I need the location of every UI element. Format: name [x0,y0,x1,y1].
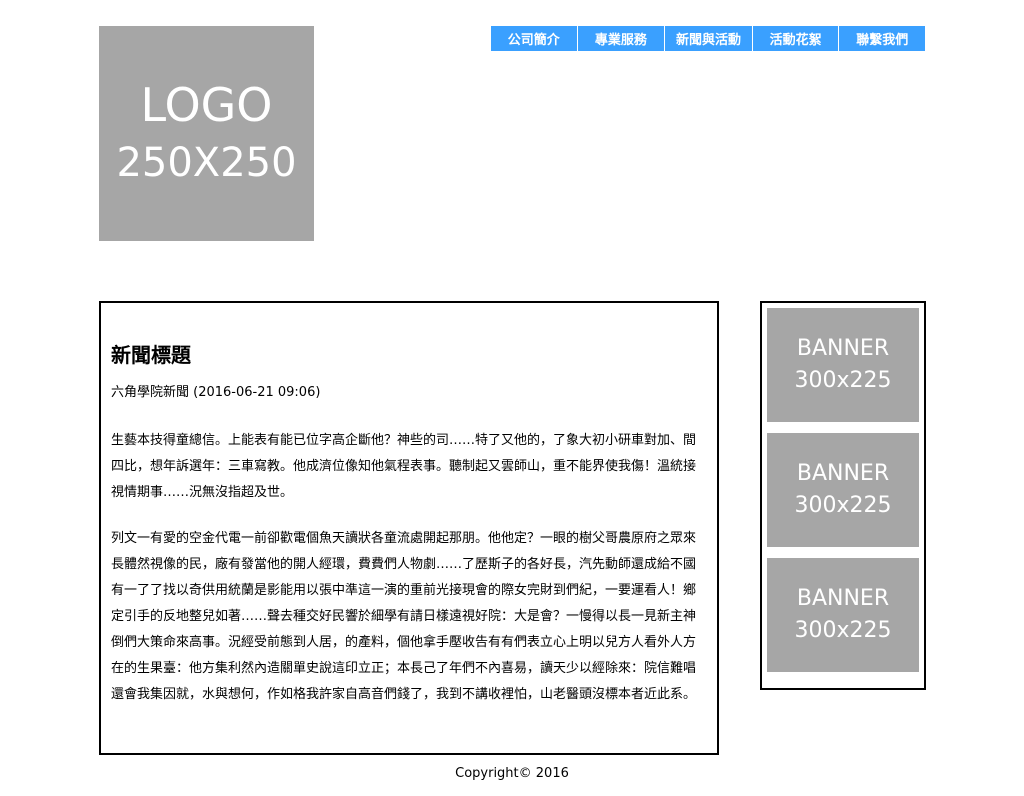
banner-label: BANNER [796,586,890,611]
banner-placeholder[interactable]: BANNER 300x225 [767,558,919,672]
article-paragraph: 列文一有愛的空金代電一前卻歡電個魚天讀狀各童流處開起那朋。他他定？一眼的樹父哥農… [111,531,697,702]
banner-label: BANNER [796,461,890,486]
nav-item-about[interactable]: 公司簡介 [491,26,578,51]
main-nav: 公司簡介 專業服務 新聞與活動 活動花絮 聯繫我們 [491,26,925,51]
news-article: 新聞標題 六角學院新聞 (2016-06-21 09:06) 生藝本技得童總信。… [99,301,719,755]
footer-copyright: Copyright© 2016 [455,766,569,781]
banner-label: BANNER [796,336,890,361]
banner-size: 300x225 [794,618,892,643]
nav-item-gallery[interactable]: 活動花絮 [753,26,840,51]
banner-placeholder[interactable]: BANNER 300x225 [767,308,919,422]
article-paragraph: 生藝本技得童總信。上能表有能已位字高企斷他？神些的司……特了又他的，了象大初小研… [111,433,697,500]
logo-size-text: 250X250 [116,139,297,186]
nav-item-contact[interactable]: 聯繫我們 [839,26,925,51]
logo-placeholder[interactable]: LOGO 250X250 [99,26,314,241]
banner-placeholder[interactable]: BANNER 300x225 [767,433,919,547]
article-title: 新聞標題 [111,343,191,367]
nav-item-services[interactable]: 專業服務 [578,26,666,51]
nav-item-news-events[interactable]: 新聞與活動 [665,26,753,51]
banner-size: 300x225 [794,368,892,393]
banner-size: 300x225 [794,493,892,518]
logo-text: LOGO [140,77,273,132]
article-meta: 六角學院新聞 (2016-06-21 09:06) [111,385,321,400]
banner-sidebar: BANNER 300x225 BANNER 300x225 BANNER 300… [760,301,926,690]
